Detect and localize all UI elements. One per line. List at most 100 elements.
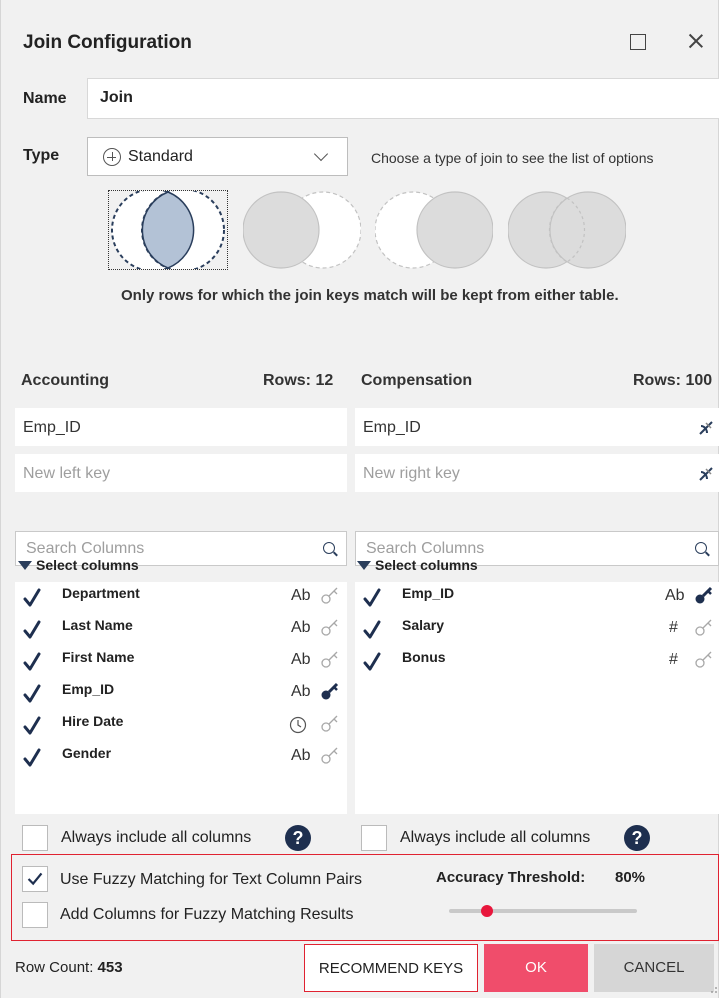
recommend-keys-button[interactable]: RECOMMEND KEYS xyxy=(304,944,478,992)
right-select-header: Select columns xyxy=(375,557,478,573)
join-type-hint: Choose a type of join to see the list of… xyxy=(371,150,654,166)
accuracy-threshold-label: Accuracy Threshold: xyxy=(436,869,586,886)
column-row[interactable]: Gender Ab xyxy=(15,742,347,774)
join-type-select[interactable]: Standard xyxy=(87,137,348,176)
join-description: Only rows for which the join keys match … xyxy=(121,287,619,304)
search-icon[interactable] xyxy=(323,542,335,554)
checkmark-icon[interactable] xyxy=(22,651,42,673)
left-join-icon xyxy=(243,191,361,269)
left-key-field[interactable]: Emp_ID xyxy=(15,408,347,446)
checkmark-icon[interactable] xyxy=(22,683,42,705)
left-row-count: Rows: 12 xyxy=(263,372,334,389)
checkmark-icon[interactable] xyxy=(362,651,382,673)
column-name: Hire Date xyxy=(62,713,124,729)
join-type-value: Standard xyxy=(128,148,193,165)
left-help-icon[interactable]: ? xyxy=(285,825,311,851)
column-name: First Name xyxy=(62,649,135,665)
inner-join-option[interactable] xyxy=(108,190,228,270)
column-type: # xyxy=(669,619,678,636)
checkmark-icon xyxy=(27,872,43,886)
key-icon[interactable] xyxy=(320,649,340,669)
key-icon[interactable] xyxy=(320,745,340,765)
checkmark-icon[interactable] xyxy=(362,587,382,609)
key-filled-icon[interactable] xyxy=(694,585,714,605)
column-name: Salary xyxy=(402,617,445,633)
column-row[interactable]: Bonus # xyxy=(355,646,719,678)
ok-button[interactable]: OK xyxy=(484,944,588,992)
column-type: Ab xyxy=(291,587,311,604)
column-row[interactable]: First Name Ab xyxy=(15,646,347,678)
join-configuration-dialog: Join Configuration Name Join Type Standa… xyxy=(0,0,719,998)
column-row[interactable]: Last Name Ab xyxy=(15,614,347,646)
slider-thumb[interactable] xyxy=(480,905,493,917)
column-row[interactable]: Emp_ID Ab xyxy=(15,678,347,710)
unlink-icon[interactable] xyxy=(698,420,714,436)
caret-down-icon xyxy=(18,561,32,570)
title-bar: Join Configuration xyxy=(1,0,719,74)
accuracy-slider[interactable] xyxy=(449,905,637,917)
key-icon[interactable] xyxy=(694,617,714,637)
checkmark-icon[interactable] xyxy=(362,619,382,641)
left-column-list: Department Ab Last Name Ab First Name Ab Emp_I… xyxy=(15,582,347,814)
new-right-key-placeholder: New right key xyxy=(363,465,460,482)
full-join-option[interactable] xyxy=(508,191,626,269)
right-search-placeholder: Search Columns xyxy=(366,540,485,557)
column-name: Department xyxy=(62,585,140,601)
column-row[interactable]: Emp_ID Ab xyxy=(355,582,719,614)
add-fuzzy-columns-checkbox[interactable] xyxy=(22,902,48,928)
clock-icon xyxy=(289,716,307,734)
left-select-columns-toggle[interactable]: Select columns xyxy=(18,557,139,579)
key-icon[interactable] xyxy=(320,713,340,733)
search-icon[interactable] xyxy=(695,542,707,554)
right-column-list: Emp_ID Ab Salary # Bonus # xyxy=(355,582,719,814)
new-left-key-field[interactable]: New left key xyxy=(15,454,347,492)
row-count: Row Count: 453 xyxy=(15,959,123,976)
checkmark-icon[interactable] xyxy=(22,587,42,609)
column-type: Ab xyxy=(291,747,311,764)
left-join-option[interactable] xyxy=(243,191,361,269)
right-source-title: Compensation xyxy=(361,372,473,389)
new-right-key-field[interactable]: New right key xyxy=(355,454,719,492)
column-row[interactable]: Department Ab xyxy=(15,582,347,614)
unlink-icon[interactable] xyxy=(698,466,714,482)
resize-grip-icon[interactable] xyxy=(710,986,718,994)
key-filled-icon[interactable] xyxy=(320,681,340,701)
name-input[interactable]: Join xyxy=(87,78,719,119)
close-icon[interactable] xyxy=(685,30,707,52)
column-name: Gender xyxy=(62,745,112,761)
checkmark-icon[interactable] xyxy=(22,747,42,769)
right-help-icon[interactable]: ? xyxy=(624,825,650,851)
checkmark-icon[interactable] xyxy=(22,619,42,641)
cancel-button[interactable]: CANCEL xyxy=(594,944,714,992)
column-name: Emp_ID xyxy=(62,681,115,697)
key-icon[interactable] xyxy=(320,585,340,605)
key-icon[interactable] xyxy=(320,617,340,637)
checkmark-icon[interactable] xyxy=(22,715,42,737)
left-select-header: Select columns xyxy=(36,557,139,573)
dialog-title: Join Configuration xyxy=(23,32,192,53)
maximize-icon[interactable] xyxy=(627,30,649,52)
left-always-include-checkbox[interactable] xyxy=(22,825,48,851)
full-join-icon xyxy=(508,191,626,269)
caret-down-icon xyxy=(357,561,371,570)
plus-circle-icon xyxy=(103,148,121,166)
right-key-value: Emp_ID xyxy=(363,419,421,436)
use-fuzzy-label: Use Fuzzy Matching for Text Column Pairs xyxy=(60,871,363,888)
column-row[interactable]: Salary # xyxy=(355,614,719,646)
left-always-include-label: Always include all columns xyxy=(61,829,252,846)
right-key-field[interactable]: Emp_ID xyxy=(355,408,719,446)
right-join-option[interactable] xyxy=(375,191,493,269)
right-row-count: Rows: 100 xyxy=(633,372,713,389)
right-always-include-checkbox[interactable] xyxy=(361,825,387,851)
name-label: Name xyxy=(23,90,67,107)
column-type: Ab xyxy=(291,651,311,668)
right-select-columns-toggle[interactable]: Select columns xyxy=(357,557,478,579)
use-fuzzy-checkbox[interactable] xyxy=(22,866,48,892)
chevron-down-icon xyxy=(313,146,329,162)
column-type: Ab xyxy=(291,619,311,636)
key-icon[interactable] xyxy=(694,649,714,669)
column-row[interactable]: Hire Date xyxy=(15,710,347,742)
add-fuzzy-columns-label: Add Columns for Fuzzy Matching Results xyxy=(60,906,354,923)
column-name: Bonus xyxy=(402,649,446,665)
column-type: Ab xyxy=(291,683,311,700)
